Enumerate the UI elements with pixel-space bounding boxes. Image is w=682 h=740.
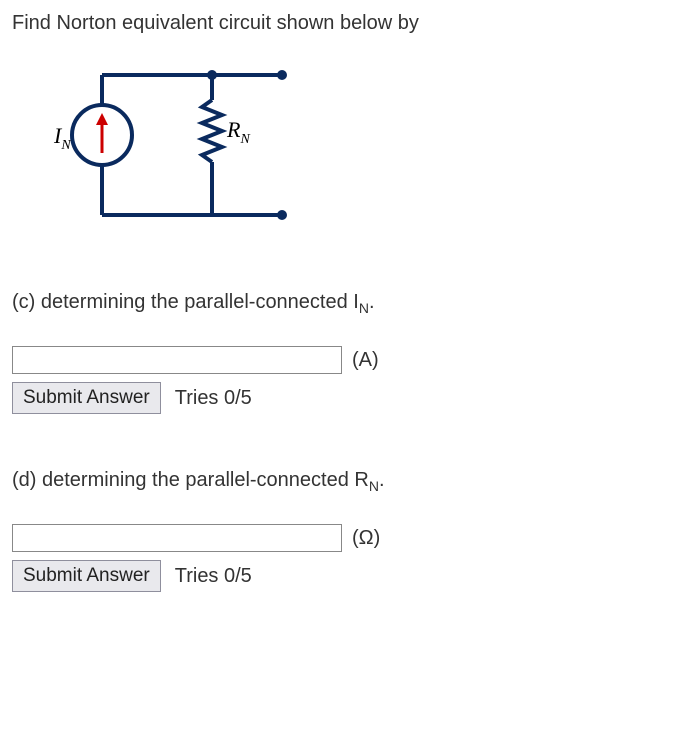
resistor-label: R bbox=[226, 117, 241, 142]
svg-text:RN: RN bbox=[226, 117, 250, 147]
norton-circuit-diagram: IN RN bbox=[42, 55, 670, 241]
svg-text:IN: IN bbox=[53, 123, 71, 153]
source-label-sub: N bbox=[60, 138, 71, 153]
page-title: Find Norton equivalent circuit shown bel… bbox=[12, 12, 670, 35]
part-d-unit: (Ω) bbox=[352, 527, 380, 550]
part-c-text: (c) determining the parallel-connected I… bbox=[12, 291, 670, 316]
part-c-answer-input[interactable] bbox=[12, 346, 342, 374]
part-d-answer-input[interactable] bbox=[12, 524, 342, 552]
part-c-unit: (A) bbox=[352, 349, 379, 372]
part-c-tries: Tries 0/5 bbox=[175, 387, 252, 410]
part-d: (d) determining the parallel-connected R… bbox=[12, 469, 670, 592]
resistor-label-sub: N bbox=[239, 132, 250, 147]
part-d-tries: Tries 0/5 bbox=[175, 565, 252, 588]
part-c-submit-button[interactable]: Submit Answer bbox=[12, 382, 161, 414]
part-d-text: (d) determining the parallel-connected R… bbox=[12, 469, 670, 494]
part-d-submit-button[interactable]: Submit Answer bbox=[12, 560, 161, 592]
part-c: (c) determining the parallel-connected I… bbox=[12, 291, 670, 414]
